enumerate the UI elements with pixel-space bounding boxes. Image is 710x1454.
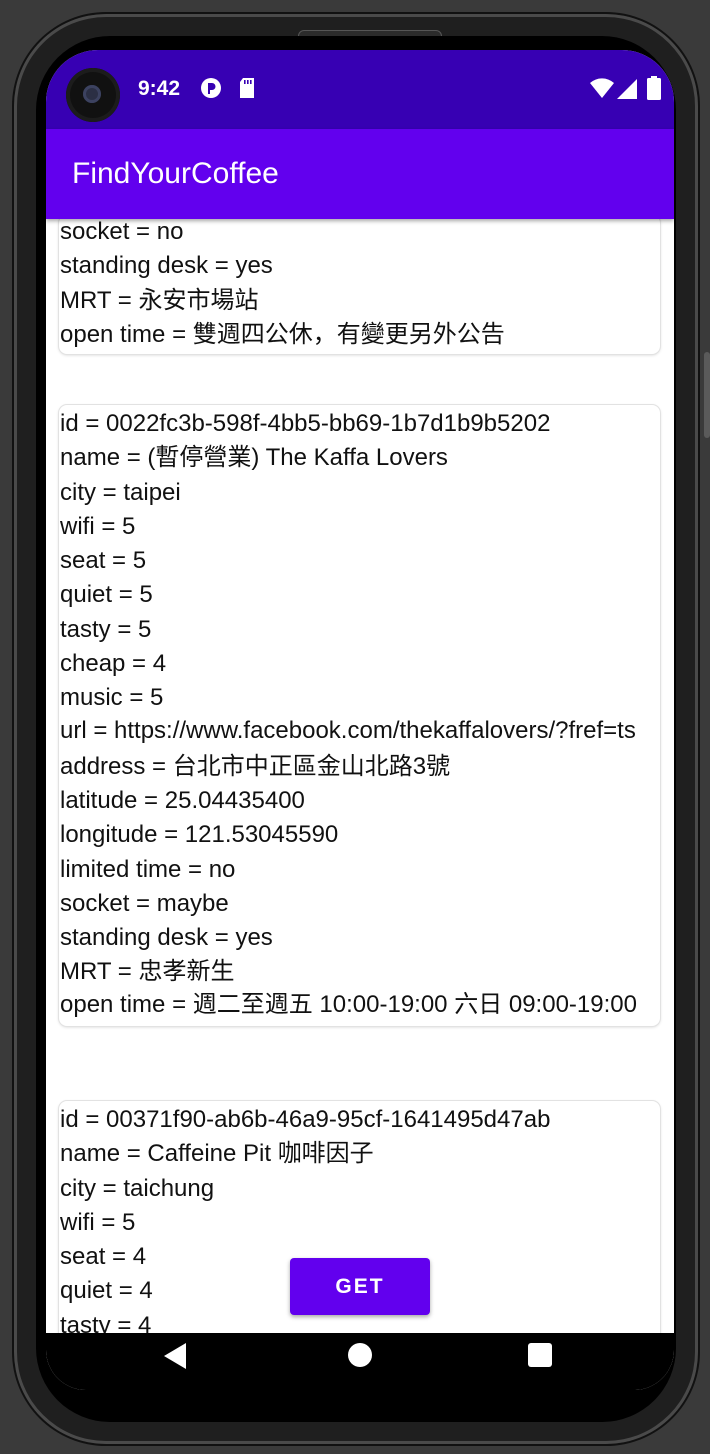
card-field-line: latitude = 25.04435400 <box>60 786 305 814</box>
coffee-shop-card: socket = no standing desk = yes MRT = 永安市場… <box>59 219 660 355</box>
power-button <box>704 352 710 438</box>
card-field-line: open time = 週二至週五 10:00-19:00 六日 09:00-1… <box>60 990 637 1018</box>
status-bar: 9:42 <box>46 50 674 129</box>
device-screen: 9:42 FindYourCoffee socket = no standing … <box>46 50 674 1390</box>
app-title: FindYourCoffee <box>72 157 279 190</box>
camera-icon <box>66 68 120 122</box>
navigation-bar <box>46 1333 674 1390</box>
card-field-line: standing desk = yes <box>60 924 273 952</box>
card-field-line: socket = maybe <box>60 889 229 917</box>
wifi-icon <box>590 78 614 102</box>
card-field-line: music = 5 <box>60 684 164 712</box>
card-field-line: longitude = 121.53045590 <box>60 821 339 849</box>
card-field-line: address = 台北市中正區金山北路3號 <box>60 752 451 780</box>
card-field-line: name = Caffeine Pit 咖啡因子 <box>60 1140 374 1168</box>
card-field-line: MRT = 永安市場站 <box>60 286 259 314</box>
status-time: 9:42 <box>138 77 181 100</box>
card-field-line: city = taichung <box>60 1174 215 1202</box>
sd-card-icon <box>238 77 256 103</box>
home-icon[interactable] <box>348 1343 372 1367</box>
card-field-line: city = taipei <box>60 478 181 506</box>
coffee-shop-list[interactable]: socket = no standing desk = yes MRT = 永安市場… <box>46 219 674 1333</box>
card-field-line: quiet = 5 <box>60 581 153 609</box>
card-field-line: MRT = 忠孝新生 <box>60 958 235 986</box>
card-field-line: standing desk = yes <box>60 252 273 280</box>
app-bar: FindYourCoffee <box>46 129 674 219</box>
back-icon[interactable] <box>164 1343 186 1369</box>
get-button[interactable]: GET <box>290 1258 430 1315</box>
card-field-line: id = 0022fc3b-598f-4bb5-bb69-1b7d1b9b520… <box>60 410 551 437</box>
signal-icon <box>617 79 637 103</box>
card-field-line: wifi = 5 <box>60 512 136 540</box>
battery-icon <box>647 76 661 104</box>
coffee-shop-card: id = 0022fc3b-598f-4bb5-bb69-1b7d1b9b520… <box>59 405 660 1026</box>
data-saver-icon <box>200 77 222 103</box>
card-field-line: id = 00371f90-ab6b-46a9-95cf-1641495d47a… <box>60 1106 551 1133</box>
card-field-line: seat = 5 <box>60 547 147 575</box>
card-field-line: wifi = 5 <box>60 1208 136 1236</box>
card-field-line: url = https://www.facebook.com/thekaffal… <box>60 716 636 744</box>
card-field-line: tasty = 5 <box>60 615 152 643</box>
card-field-line: socket = no <box>60 219 184 245</box>
recents-icon[interactable] <box>528 1343 552 1367</box>
card-field-line: limited time = no <box>60 855 236 883</box>
card-field-line: cheap = 4 <box>60 650 167 678</box>
card-field-line: name = (暫停營業) The Kaffa Lovers <box>60 444 448 472</box>
card-field-line: open time = 雙週四公休，有變更另外公告 <box>60 320 505 348</box>
